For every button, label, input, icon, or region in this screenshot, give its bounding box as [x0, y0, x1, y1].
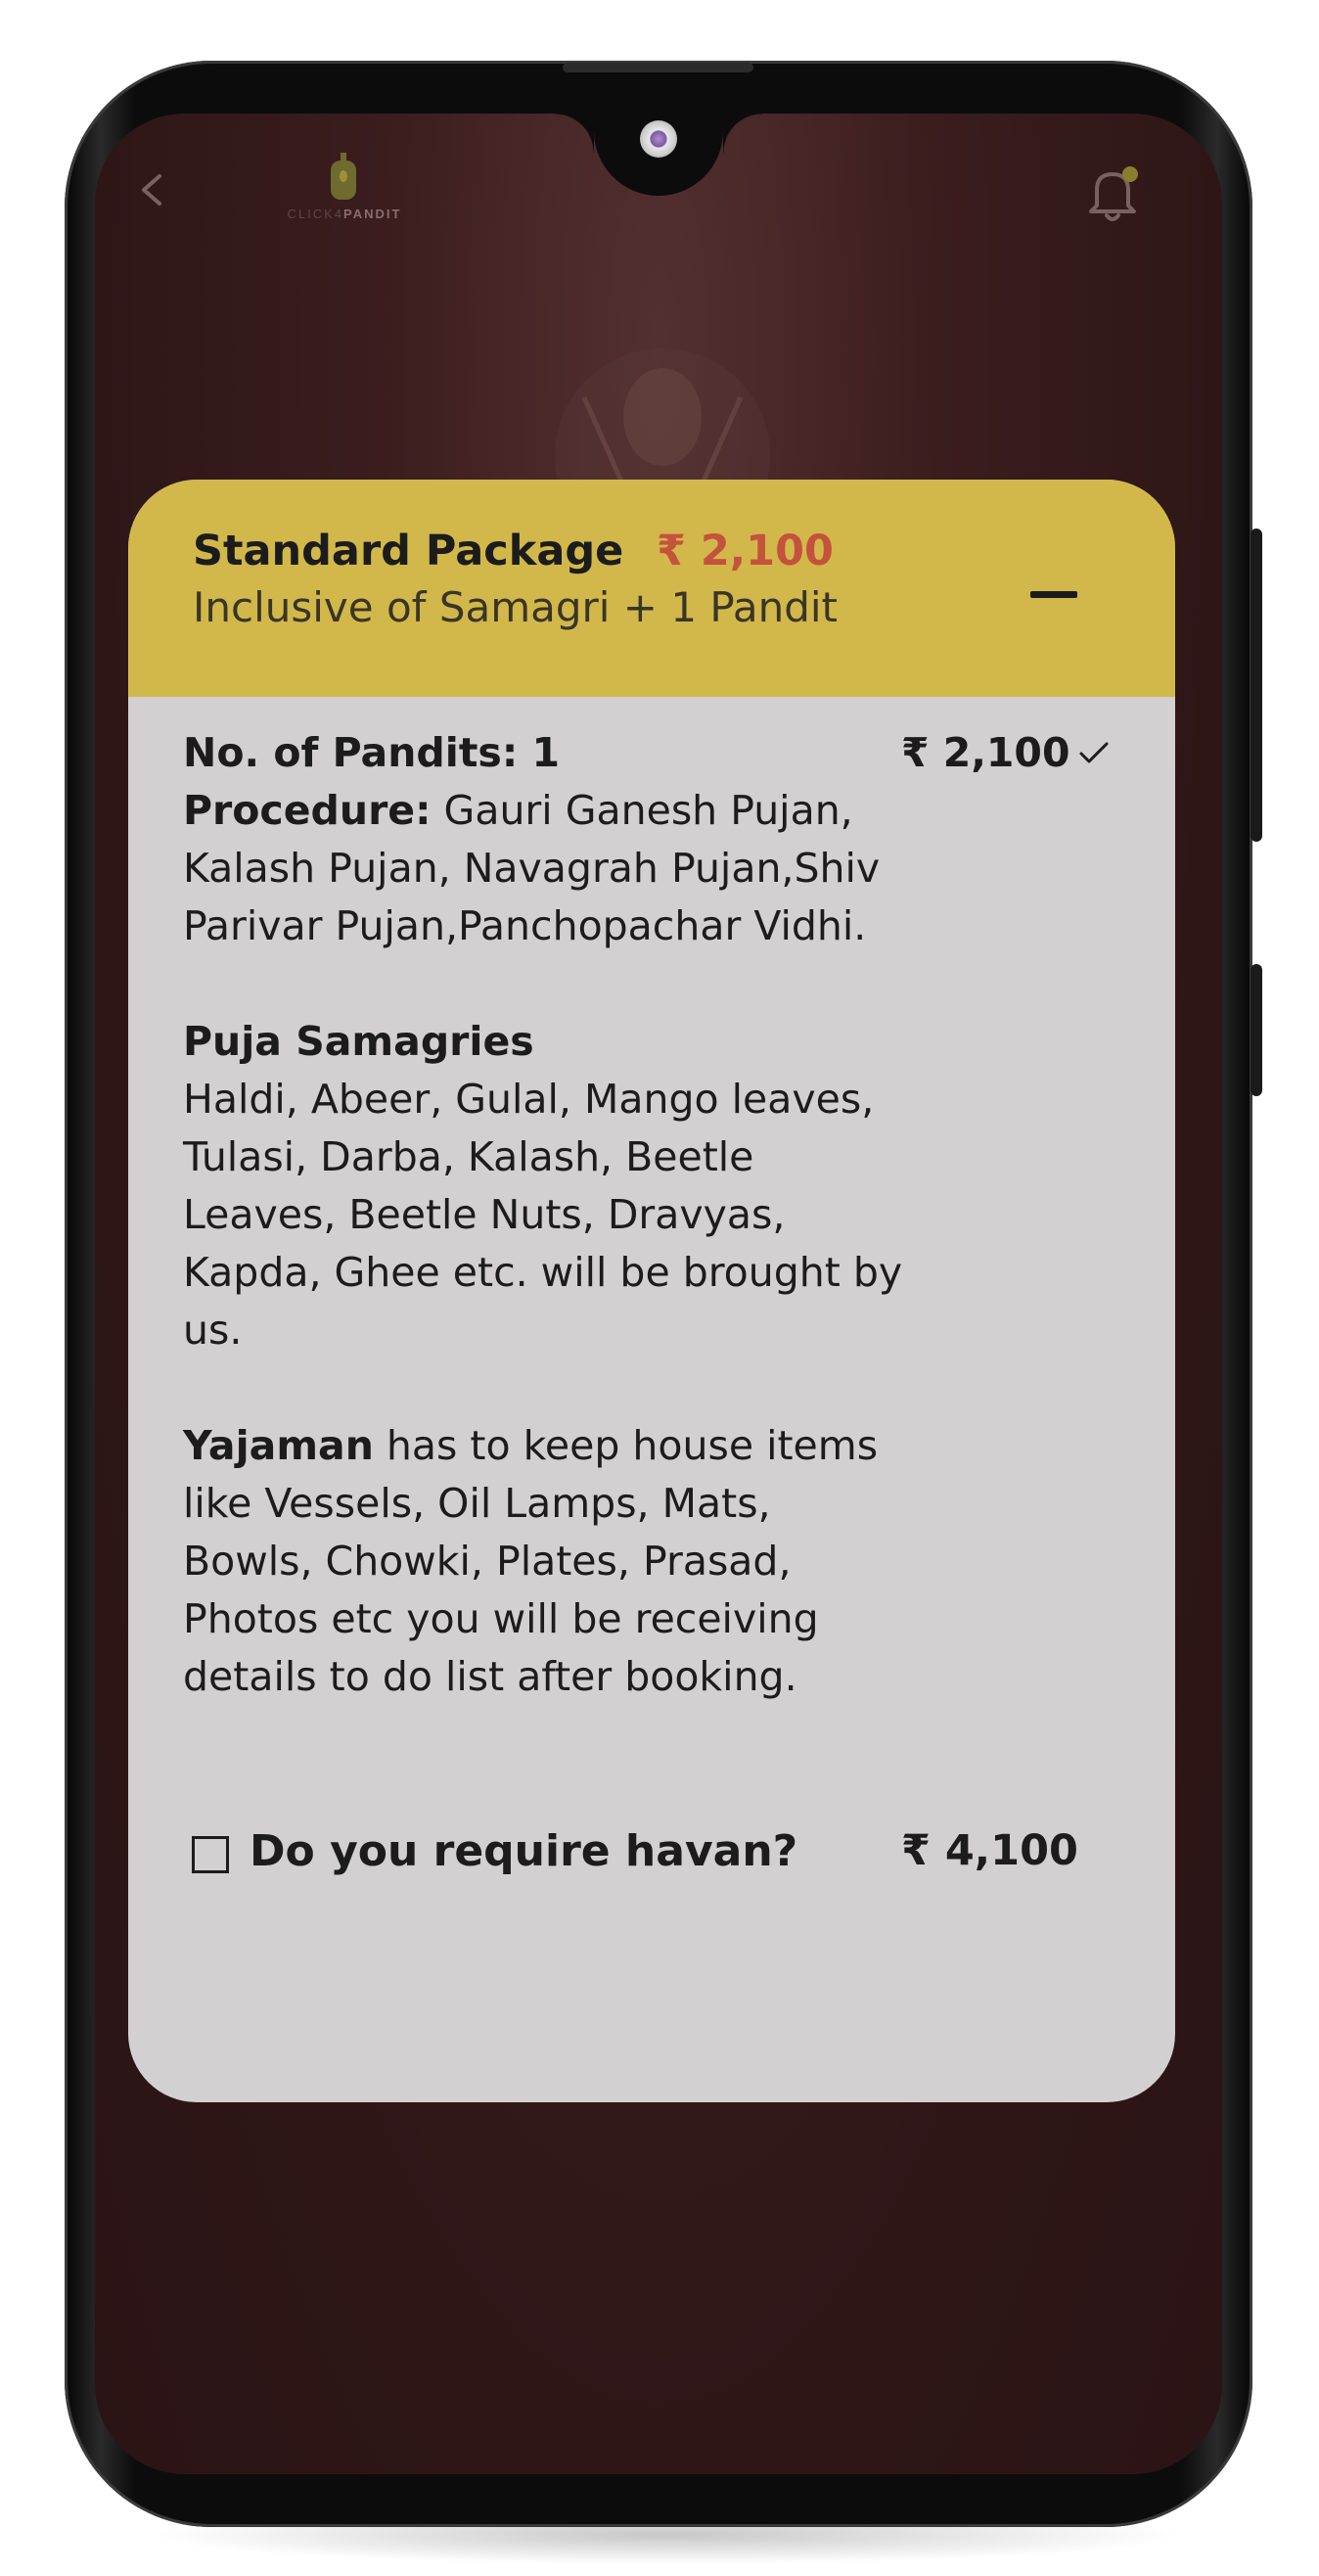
- package-details: No. of Pandits: 1 Procedure: Gauri Ganes…: [183, 724, 907, 1706]
- power-button: [1251, 529, 1262, 842]
- check-icon: [1079, 742, 1109, 763]
- package-title: Standard Package: [193, 527, 624, 575]
- samagri-heading: Puja Samagries: [183, 1018, 534, 1065]
- havan-price: ₹ 4,100: [901, 1826, 1078, 1875]
- bell-icon[interactable]: [1083, 162, 1142, 225]
- earpiece-speaker: [563, 63, 753, 72]
- collapse-icon: [1030, 591, 1077, 598]
- package-price: ₹ 2,100: [657, 527, 834, 575]
- pandits-count-label: No. of Pandits: 1: [183, 729, 561, 776]
- samagri-text: Haldi, Abeer, Gulal, Mango leaves, Tulas…: [183, 1076, 903, 1354]
- display-notch: [555, 114, 762, 196]
- logo-text: CLICK4PANDIT: [287, 207, 402, 221]
- volume-button: [1251, 964, 1262, 1096]
- yajaman-label: Yajaman: [183, 1422, 374, 1469]
- app-logo: CLICK4PANDIT: [266, 153, 423, 241]
- collapse-button[interactable]: [1030, 574, 1081, 617]
- front-camera: [640, 120, 677, 158]
- procedure-text: Procedure: Gauri Ganesh Pujan, Kalash Pu…: [183, 787, 881, 949]
- logo-icon: [331, 153, 356, 200]
- back-icon[interactable]: [134, 172, 169, 207]
- havan-option[interactable]: Do you require havan? ₹ 4,100: [189, 1822, 1128, 1891]
- package-card: Standard Package ₹ 2,100 Inclusive of Sa…: [128, 480, 1175, 2102]
- pandits-price: ₹ 2,100: [901, 729, 1070, 776]
- procedure-label: Procedure:: [183, 787, 432, 834]
- havan-label: Do you require havan?: [250, 1826, 798, 1876]
- havan-checkbox[interactable]: [192, 1836, 229, 1873]
- package-header[interactable]: Standard Package ₹ 2,100 Inclusive of Sa…: [128, 480, 1175, 697]
- app-screen: CLICK4PANDIT Standard Package ₹ 2,100 In…: [95, 114, 1222, 2474]
- yajaman-text: Yajaman has to keep house items like Ves…: [183, 1422, 879, 1700]
- package-subtitle: Inclusive of Samagri + 1 Pandit: [193, 583, 839, 631]
